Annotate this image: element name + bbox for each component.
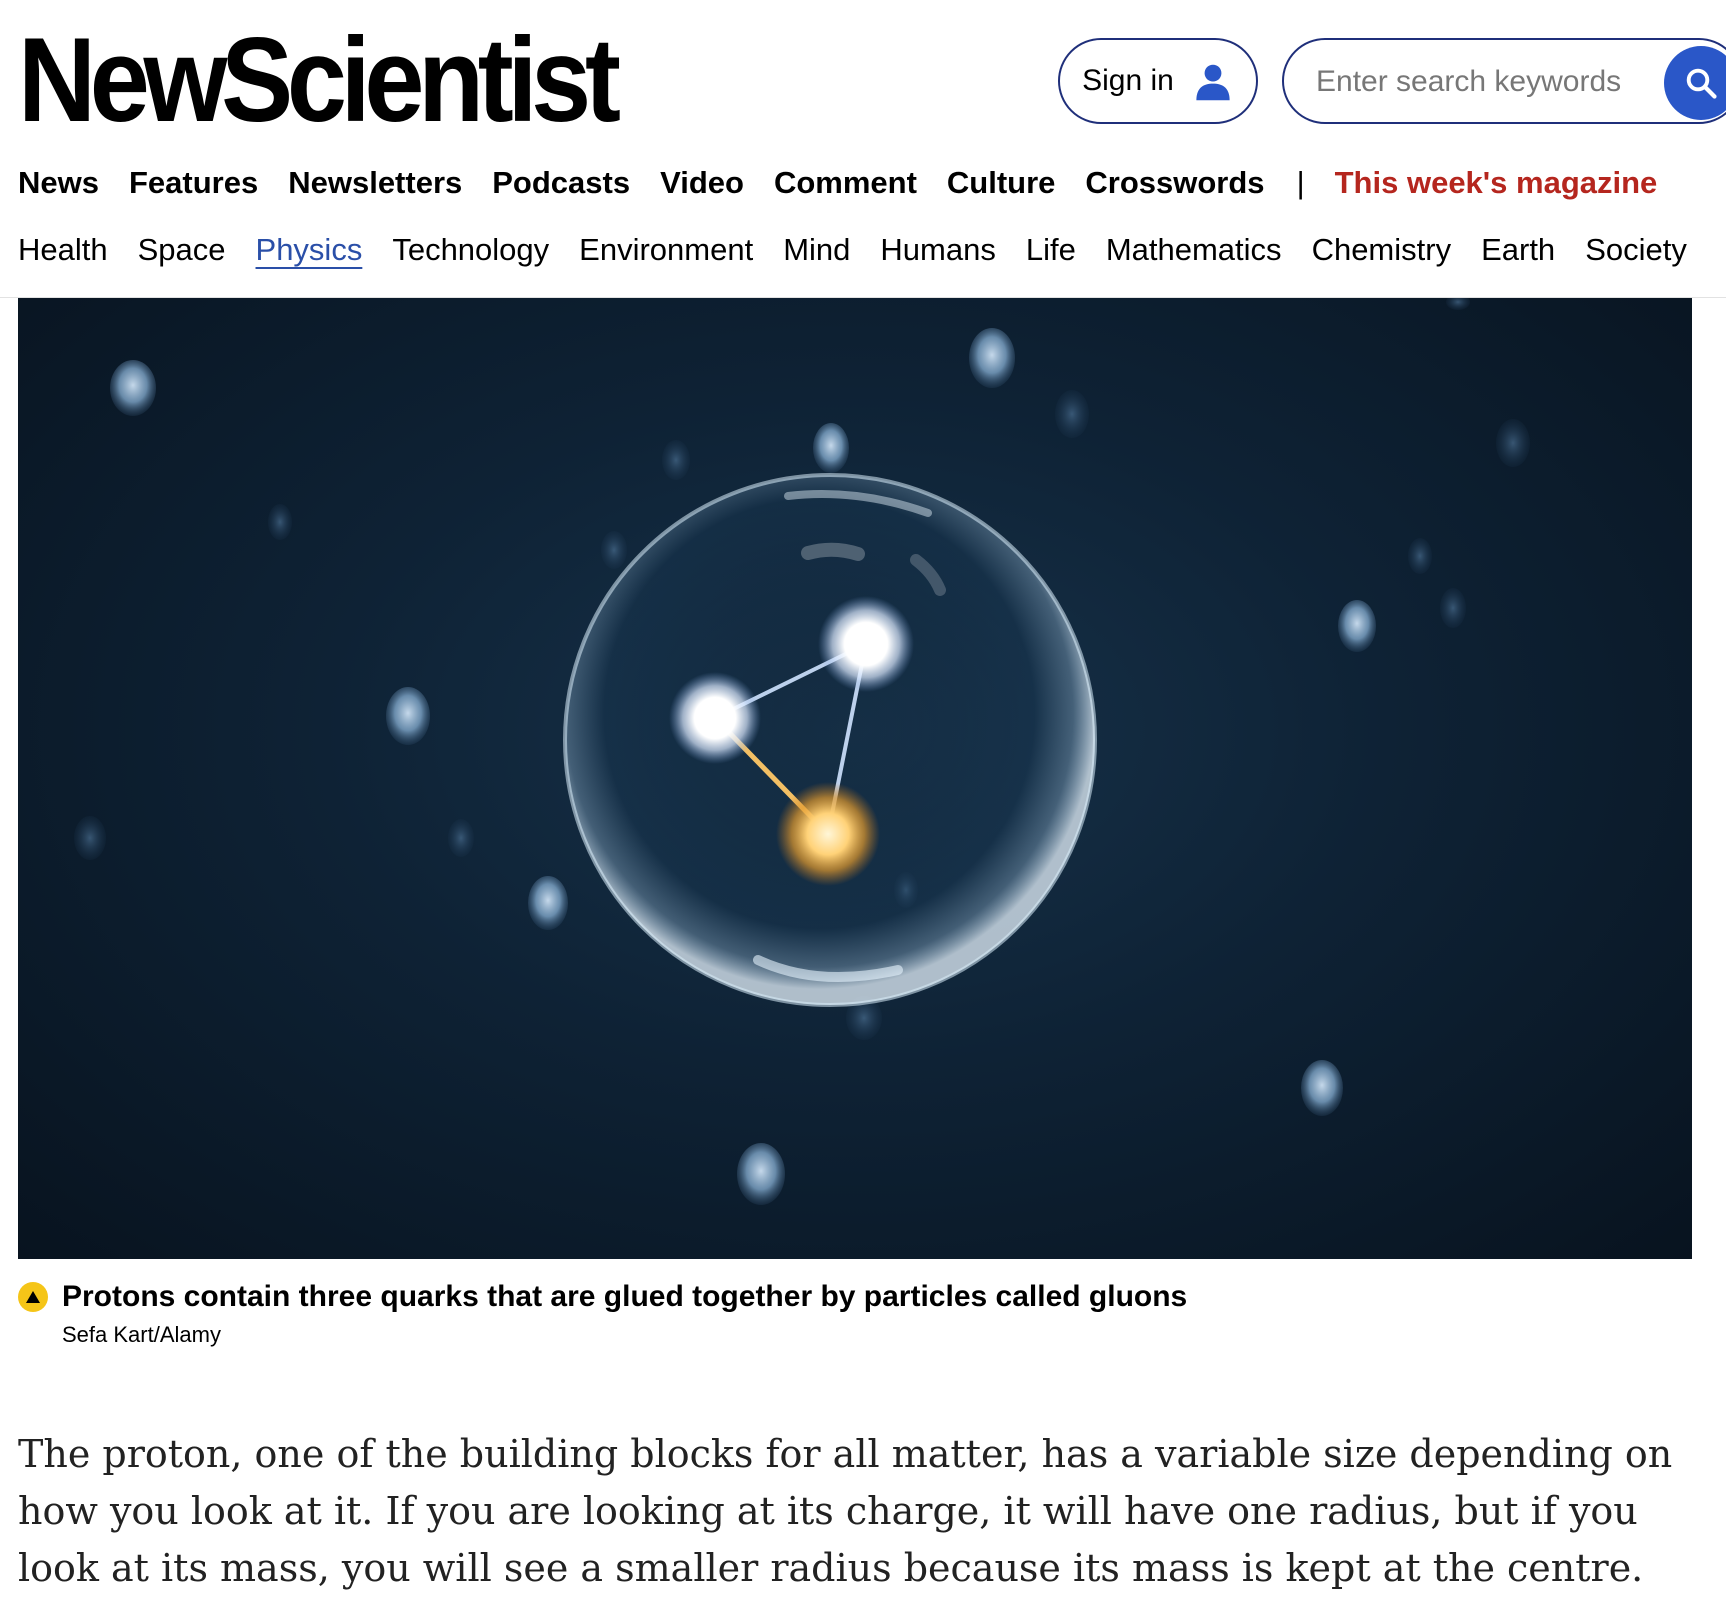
- nav-newsletters[interactable]: Newsletters: [288, 165, 462, 201]
- nav-podcasts[interactable]: Podcasts: [492, 165, 630, 201]
- topic-technology[interactable]: Technology: [392, 232, 549, 268]
- site-logo[interactable]: NewScientist: [18, 20, 621, 140]
- topic-physics[interactable]: Physics: [256, 232, 363, 268]
- search-icon: [1686, 68, 1717, 99]
- topic-earth[interactable]: Earth: [1481, 232, 1555, 268]
- search-input[interactable]: [1314, 40, 1648, 122]
- proton-illustration: [74, 298, 1530, 1205]
- topic-mathematics[interactable]: Mathematics: [1106, 232, 1282, 268]
- nav-features[interactable]: Features: [129, 165, 258, 201]
- topic-space[interactable]: Space: [138, 232, 226, 268]
- search-box: [1282, 38, 1726, 124]
- nav-separator: |: [1296, 165, 1305, 200]
- topic-society[interactable]: Society: [1585, 232, 1687, 268]
- hero-image: [18, 298, 1692, 1259]
- topic-humans[interactable]: Humans: [880, 232, 995, 268]
- nav-comment[interactable]: Comment: [774, 165, 917, 201]
- topic-mind[interactable]: Mind: [783, 232, 850, 268]
- primary-nav: News Features Newsletters Podcasts Video…: [18, 165, 1687, 201]
- sign-in-label: Sign in: [1082, 64, 1174, 97]
- topic-life[interactable]: Life: [1026, 232, 1076, 268]
- topic-nav: Health Space Physics Technology Environm…: [18, 232, 1717, 268]
- nav-news[interactable]: News: [18, 165, 99, 201]
- topic-chemistry[interactable]: Chemistry: [1312, 232, 1452, 268]
- caption-text: Protons contain three quarks that are gl…: [62, 1280, 1188, 1313]
- image-caption: Protons contain three quarks that are gl…: [18, 1280, 1187, 1314]
- sign-in-button[interactable]: Sign in: [1058, 38, 1258, 124]
- user-icon: [1196, 64, 1230, 101]
- search-button[interactable]: [1664, 46, 1726, 120]
- topic-environment[interactable]: Environment: [579, 232, 753, 268]
- caption-triangle-icon[interactable]: [18, 1282, 48, 1312]
- nav-this-weeks-magazine[interactable]: This week's magazine: [1335, 165, 1658, 201]
- article-paragraph: The proton, one of the building blocks f…: [18, 1432, 1673, 1590]
- topic-health[interactable]: Health: [18, 232, 108, 268]
- nav-video[interactable]: Video: [660, 165, 744, 201]
- image-credit: Sefa Kart/Alamy: [62, 1322, 221, 1347]
- nav-culture[interactable]: Culture: [947, 165, 1056, 201]
- nav-crosswords[interactable]: Crosswords: [1085, 165, 1264, 201]
